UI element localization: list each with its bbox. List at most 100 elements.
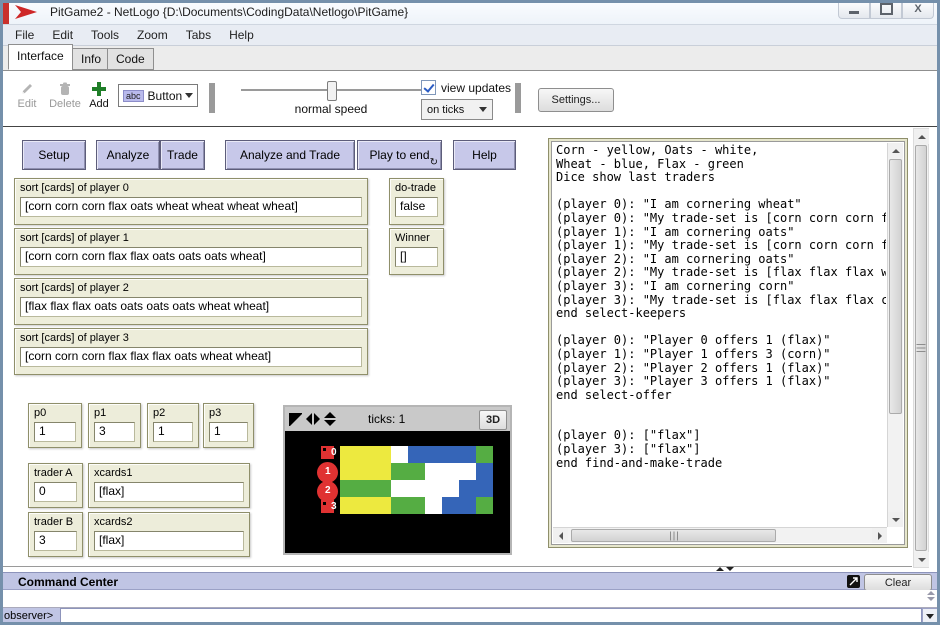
menu-help[interactable]: Help — [220, 25, 263, 45]
monitor-player1-cards: sort [cards] of player 1 [corn corn corn… — [14, 228, 368, 275]
popout-button[interactable] — [847, 575, 860, 588]
view-3d-button[interactable]: 3D — [479, 410, 507, 430]
maximize-button[interactable] — [870, 0, 902, 19]
monitor-value: 1 — [153, 422, 193, 442]
close-button[interactable]: X — [902, 0, 934, 19]
analyze-button[interactable]: Analyze — [96, 140, 160, 170]
world-grid — [340, 446, 493, 514]
tab-info[interactable]: Info — [72, 48, 110, 70]
menu-file[interactable]: File — [6, 25, 43, 45]
checkmark-icon — [423, 81, 434, 93]
monitor-label: sort [cards] of player 2 — [20, 282, 362, 294]
scroll-down-button[interactable] — [888, 512, 903, 527]
scrollbar-thumb[interactable] — [915, 145, 927, 551]
button-widget-icon: abc — [123, 90, 144, 102]
play-to-end-button[interactable]: Play to end ↻ — [357, 140, 442, 170]
window-title: PitGame2 - NetLogo {D:\Documents\CodingD… — [50, 5, 408, 19]
delete-tool-button[interactable]: Delete — [46, 81, 84, 110]
marker-label: 3 — [331, 501, 337, 512]
patch-blue — [476, 480, 493, 497]
monitor-value: 0 — [34, 482, 77, 502]
menu-tabs[interactable]: Tabs — [177, 25, 220, 45]
trade-button[interactable]: Trade — [160, 140, 205, 170]
scroll-left-button[interactable] — [553, 528, 568, 543]
view-updates-group: view updates — [421, 80, 511, 95]
arrow-up-icon — [892, 149, 900, 153]
update-mode-select[interactable]: on ticks — [421, 99, 493, 120]
monitor-value: 1 — [34, 422, 76, 442]
monitor-label: trader A — [34, 467, 77, 479]
arrow-up-icon — [927, 591, 935, 595]
pencil-icon — [19, 81, 35, 97]
tab-code[interactable]: Code — [107, 48, 154, 70]
clear-button[interactable]: Clear — [864, 574, 932, 591]
world-view-header: ticks: 1 3D — [285, 407, 510, 431]
monitor-xcards2: xcards2 [flax] — [88, 512, 250, 557]
add-tool-label: Add — [89, 98, 109, 110]
close-icon: X — [914, 3, 921, 15]
chevron-down-icon — [479, 107, 487, 112]
forever-icon: ↻ — [430, 157, 438, 168]
scroll-up-button[interactable] — [888, 143, 903, 158]
command-center-output[interactable] — [0, 590, 940, 608]
menu-edit[interactable]: Edit — [43, 25, 82, 45]
monitor-value: [] — [395, 247, 438, 267]
monitor-p2: p2 1 — [147, 403, 199, 448]
output-widget: Corn - yellow, Oats - white, Wheat - blu… — [548, 138, 908, 548]
window-controls: X — [838, 0, 934, 19]
player-marker-2-circle: 2 — [317, 481, 338, 502]
interface-vertical-scrollbar[interactable] — [913, 128, 929, 568]
edit-tool-button[interactable]: Edit — [12, 81, 42, 110]
scroll-up-button[interactable] — [914, 129, 929, 144]
monitor-value: 3 — [94, 422, 135, 442]
monitor-value: [flax flax flax oats oats oats oats whea… — [20, 297, 362, 317]
patch-green — [391, 463, 408, 480]
canvas-divider — [0, 566, 912, 567]
scrollbar-thumb[interactable] — [571, 529, 776, 542]
monitor-trader-a: trader A 0 — [28, 463, 83, 508]
command-history-button[interactable] — [922, 608, 938, 624]
command-output-scroll[interactable] — [927, 591, 935, 601]
world-markers: 0123 — [313, 431, 341, 553]
scrollbar-grip — [917, 344, 926, 352]
scroll-right-button[interactable] — [872, 528, 887, 543]
monitor-label: p3 — [209, 407, 248, 419]
analyze-and-trade-button[interactable]: Analyze and Trade — [225, 140, 355, 170]
patch-white — [442, 480, 459, 497]
world-view[interactable]: ticks: 1 3D 0123 — [283, 405, 512, 555]
output-area[interactable]: Corn - yellow, Oats - white, Wheat - blu… — [551, 141, 905, 545]
patch-white — [425, 497, 442, 514]
world-canvas[interactable]: 0123 — [285, 431, 510, 553]
output-vertical-scrollbar[interactable] — [887, 143, 903, 527]
widget-type-select[interactable]: abc Button — [118, 84, 198, 107]
scrollbar-thumb[interactable] — [889, 159, 902, 414]
monitor-label: xcards1 — [94, 467, 244, 479]
monitor-label: sort [cards] of player 3 — [20, 332, 362, 344]
setup-button[interactable]: Setup — [22, 140, 86, 170]
patch-white — [391, 480, 408, 497]
patch-green — [476, 497, 493, 514]
help-button[interactable]: Help — [453, 140, 516, 170]
command-center-splitter[interactable] — [716, 567, 734, 571]
scroll-down-button[interactable] — [914, 552, 929, 567]
menu-tools[interactable]: Tools — [82, 25, 128, 45]
view-updates-checkbox[interactable] — [421, 80, 436, 95]
monitor-label: trader B — [34, 516, 77, 528]
add-tool-button[interactable]: Add — [86, 81, 112, 110]
menu-zoom[interactable]: Zoom — [128, 25, 177, 45]
settings-button[interactable]: Settings... — [538, 88, 614, 112]
tab-interface[interactable]: Interface — [8, 44, 73, 70]
ticks-counter: ticks: 1 — [368, 412, 405, 426]
patch-green — [408, 463, 425, 480]
minimize-button[interactable] — [838, 0, 870, 19]
command-center-title: Command Center — [18, 575, 118, 589]
patch-blue — [459, 446, 476, 463]
speed-slider-thumb[interactable] — [327, 81, 337, 101]
command-center-header: Command Center Clear — [0, 572, 940, 590]
command-input[interactable] — [60, 608, 922, 623]
patch-blue — [442, 497, 459, 514]
titlebar: PitGame2 - NetLogo {D:\Documents\CodingD… — [0, 0, 940, 25]
output-horizontal-scrollbar[interactable] — [553, 527, 887, 543]
monitor-value: false — [395, 197, 438, 217]
marker-label: 0 — [331, 447, 337, 458]
